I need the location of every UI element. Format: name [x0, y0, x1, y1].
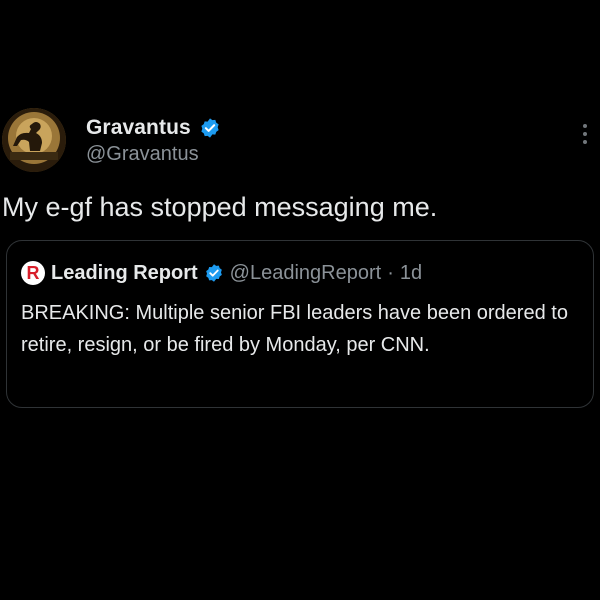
- tweet: Gravantus @Gravantus My e-gf has stopped…: [0, 0, 600, 600]
- more-options-icon[interactable]: [580, 124, 590, 150]
- avatar-image: [2, 108, 66, 172]
- quoted-display-name: Leading Report: [51, 261, 198, 284]
- quoted-tweet-card[interactable]: R Leading Report @LeadingReport · 1d BRE…: [6, 240, 594, 408]
- quoted-tweet-text: BREAKING: Multiple senior FBI leaders ha…: [21, 302, 568, 356]
- quoted-tweet-header: R Leading Report @LeadingReport · 1d: [21, 260, 422, 286]
- author-display-name[interactable]: Gravantus: [86, 116, 191, 140]
- quoted-handle: @LeadingReport: [229, 261, 382, 284]
- quoted-timestamp: 1d: [399, 261, 423, 284]
- author-avatar[interactable]: [2, 108, 66, 172]
- author-name-row[interactable]: Gravantus: [86, 114, 221, 142]
- tweet-text: My e-gf has stopped messaging me.: [2, 192, 438, 222]
- leading-report-logo: R: [21, 261, 45, 285]
- author-handle[interactable]: @Gravantus: [86, 143, 199, 166]
- verified-badge-icon: [201, 118, 219, 138]
- verified-badge-icon: [205, 264, 222, 282]
- separator-dot: ·: [387, 261, 394, 284]
